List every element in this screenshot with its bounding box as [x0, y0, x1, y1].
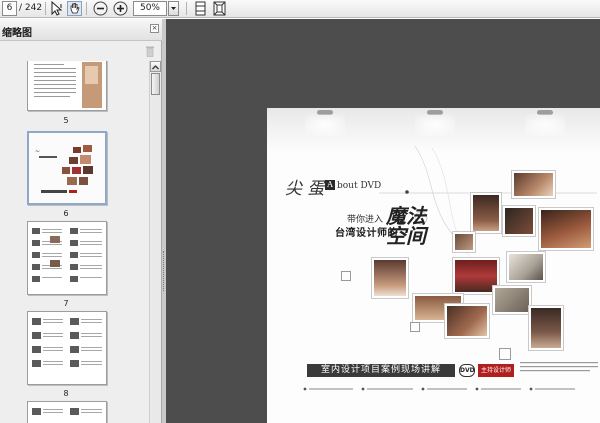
thumbnail-page-number: 5 — [63, 116, 69, 125]
thumbnail-page-number: 6 — [63, 209, 69, 218]
thumbnail-page-number: 8 — [63, 389, 69, 398]
interior-photo — [372, 258, 408, 298]
dvd-logo: DVD — [459, 364, 475, 377]
interior-photo — [453, 232, 475, 252]
chevron-up-icon — [152, 65, 159, 70]
zoom-out-icon[interactable] — [93, 1, 108, 16]
toolbar-separator — [45, 2, 46, 15]
thumbnail-list: 5 ~ 6 7 8 — [0, 61, 149, 423]
thumbnails-panel: 缩略图 × 5 ~ 6 7 8 — [0, 19, 162, 423]
bottom-caption-row — [303, 387, 575, 391]
splitter-grip[interactable] — [163, 251, 165, 291]
decorative-square — [410, 322, 420, 332]
thumbnail-page[interactable] — [27, 311, 107, 385]
thumbnail-scrollbar[interactable] — [149, 61, 161, 423]
interior-photo — [493, 286, 531, 314]
interior-photo — [503, 206, 535, 236]
toolbar-separator — [186, 2, 187, 15]
zoom-dropdown-button[interactable] — [168, 1, 179, 16]
decorative-square — [499, 348, 511, 360]
red-badge: 主持设计师 — [478, 364, 514, 377]
thumbnail-page-selected[interactable]: ~ — [27, 131, 107, 205]
interior-photo — [507, 252, 545, 282]
select-text-icon[interactable] — [49, 0, 64, 16]
document-view[interactable]: 尖 蛋 A bout DVD 带你进入 台湾设计师的 魔法空间 室内设计项目案例… — [166, 19, 600, 423]
thumbnail-page[interactable] — [27, 221, 107, 295]
document-page: 尖 蛋 A bout DVD 带你进入 台湾设计师的 魔法空间 室内设计项目案例… — [267, 108, 600, 423]
page-count: / 242 — [19, 3, 43, 13]
side-note-text — [520, 362, 598, 372]
thumbnail-page-number: 7 — [63, 299, 69, 308]
toolbar-separator — [86, 2, 87, 15]
panel-header: 缩略图 × — [0, 19, 162, 41]
svg-text:~: ~ — [35, 148, 40, 155]
about-text: bout DVD — [337, 181, 382, 191]
trash-icon[interactable] — [145, 45, 155, 57]
toolbar: 6 / 242 50% — [0, 0, 600, 18]
interior-photo — [529, 306, 563, 350]
close-panel-button[interactable]: × — [150, 24, 159, 33]
brand-script: 尖 蛋 — [285, 179, 325, 199]
panel-title: 缩略图 — [2, 28, 32, 39]
magic-space-title: 魔法空间 — [386, 204, 426, 248]
zoom-in-icon[interactable] — [113, 1, 128, 16]
interior-photo — [539, 208, 593, 250]
zoom-input[interactable]: 50% — [133, 1, 167, 16]
page-number-input[interactable]: 6 — [2, 1, 17, 16]
scrollbar-thumb[interactable] — [151, 73, 160, 95]
interior-photo — [445, 304, 489, 338]
interior-photo — [471, 193, 501, 233]
interior-photo — [512, 171, 555, 198]
decorative-square — [341, 271, 351, 281]
panel-toolbar — [0, 42, 162, 60]
about-initial: A — [325, 180, 335, 190]
banner-bar: 室内设计项目案例现场讲解 — [307, 364, 455, 377]
scroll-up-button[interactable] — [150, 61, 161, 72]
single-page-icon[interactable] — [193, 1, 208, 16]
hand-tool-icon[interactable] — [67, 1, 82, 16]
thumbnail-page[interactable] — [27, 61, 107, 111]
fit-page-icon[interactable] — [212, 1, 227, 16]
chevron-down-icon — [171, 7, 176, 10]
thumbnail-page[interactable] — [27, 401, 107, 423]
